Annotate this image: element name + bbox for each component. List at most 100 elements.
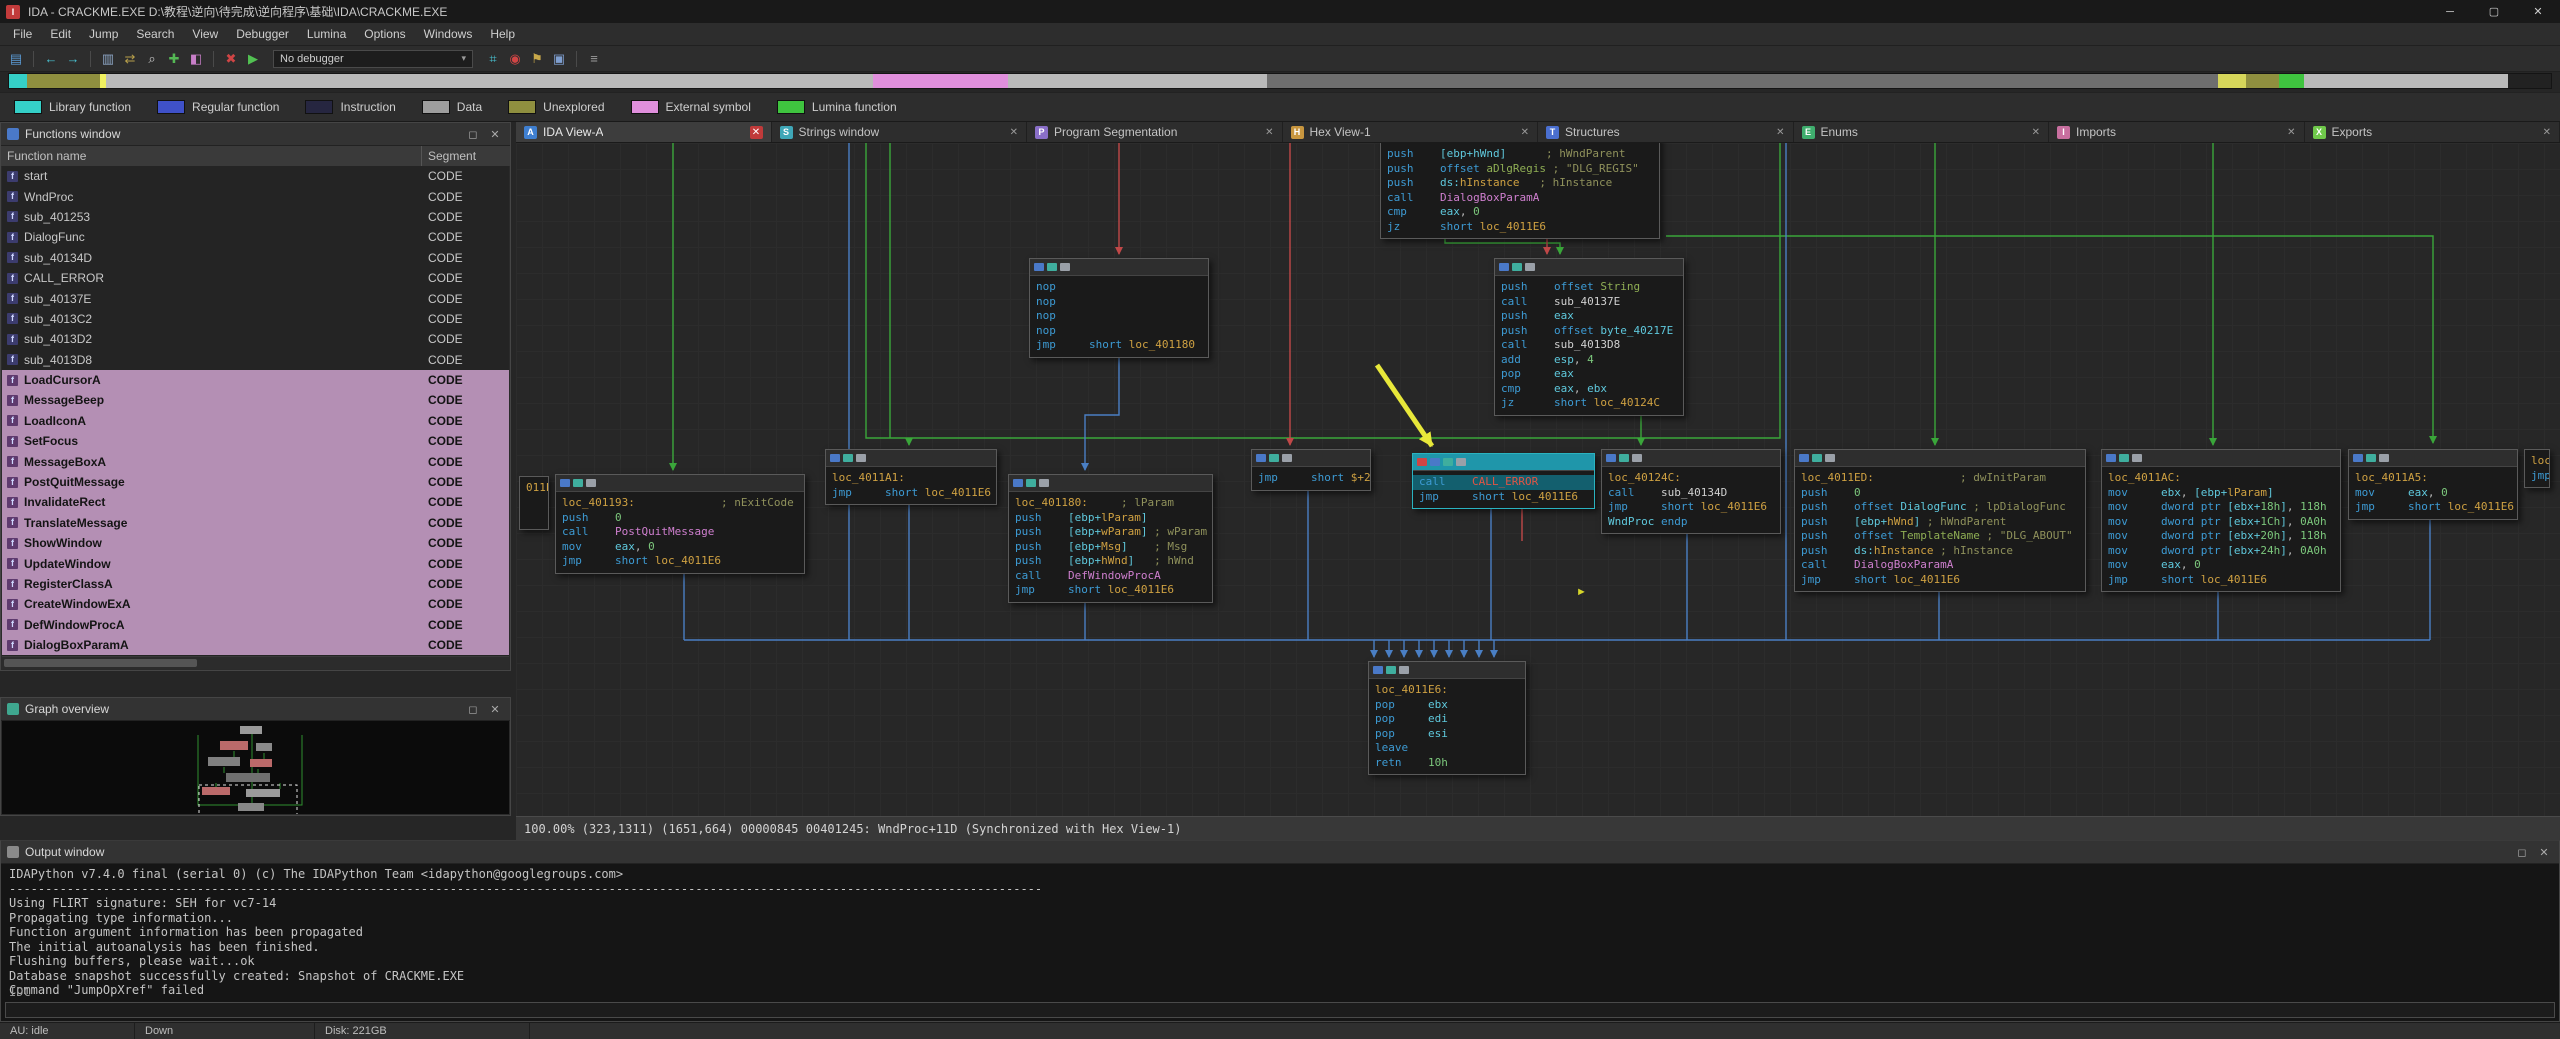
- asm-line[interactable]: push offset String: [1495, 280, 1683, 295]
- menu-options[interactable]: Options: [355, 27, 414, 41]
- graph-node-loc-40124c[interactable]: loc_40124C:call sub_40134Djmp short loc_…: [1601, 449, 1781, 534]
- asm-line[interactable]: 011E6: [520, 481, 548, 496]
- toolbar-more-icon[interactable]: ≡: [584, 49, 604, 69]
- cli-language-label[interactable]: IDC: [9, 985, 31, 999]
- graph-node-about-dialog[interactable]: loc_4011ED: ; dwInitParampush 0 push offs…: [1794, 449, 2086, 592]
- float-button[interactable]: ◻: [464, 703, 482, 716]
- asm-line[interactable]: push [ebp+wParam] ; wParam: [1009, 525, 1212, 540]
- tab-program-segmentation[interactable]: PProgram Segmentation✕: [1027, 122, 1283, 142]
- tab-close-icon[interactable]: ✕: [2543, 127, 2551, 138]
- asm-line[interactable]: push 0: [1795, 486, 2085, 501]
- asm-line[interactable]: jmp short loc_4011E6: [1009, 583, 1212, 598]
- asm-line[interactable]: push offset byte_40217E: [1495, 324, 1683, 339]
- asm-line[interactable]: pop edi: [1369, 712, 1525, 727]
- asm-line[interactable]: cmp eax, ebx: [1495, 382, 1683, 397]
- function-row-sub_40137e[interactable]: fsub_40137ECODE: [2, 288, 509, 308]
- maximize-button[interactable]: ▢: [2472, 0, 2516, 23]
- asm-line[interactable]: mov ebx, [ebp+lParam]: [2102, 486, 2340, 501]
- functions-horizontal-scrollbar[interactable]: [2, 656, 509, 669]
- asm-line[interactable]: leave: [1369, 741, 1525, 756]
- menu-file[interactable]: File: [4, 27, 41, 41]
- graph-node-entry-top[interactable]: push [ebp+hWnd] ; hWndParentpush offset …: [1380, 143, 1660, 239]
- graph-node-exit-msg[interactable]: loc_401193: ; nExitCodepush 0call PostQu…: [555, 474, 805, 574]
- function-row-messagebeep[interactable]: fMessageBeepCODE: [2, 390, 509, 410]
- debugger-select[interactable]: No debugger▾: [273, 50, 473, 68]
- function-row-registerclassa[interactable]: fRegisterClassACODE: [2, 574, 509, 594]
- menu-lumina[interactable]: Lumina: [298, 27, 355, 41]
- asm-line[interactable]: loc_40124C:: [1602, 471, 1780, 486]
- asm-line[interactable]: call PostQuitMessage: [556, 525, 804, 540]
- asm-line[interactable]: jmp short loc_4011E6: [556, 554, 804, 569]
- function-row-sub_401253[interactable]: fsub_401253CODE: [2, 207, 509, 227]
- asm-line[interactable]: jmp short loc_4011E6: [2102, 573, 2340, 588]
- asm-line[interactable]: push 0: [556, 511, 804, 526]
- asm-line[interactable]: [520, 496, 548, 511]
- cancel-analysis-icon[interactable]: ✖: [221, 49, 241, 69]
- function-row-updatewindow[interactable]: fUpdateWindowCODE: [2, 553, 509, 573]
- start-process-icon[interactable]: ▶: [243, 49, 263, 69]
- function-row-sub_4013c2[interactable]: fsub_4013C2CODE: [2, 309, 509, 329]
- menu-help[interactable]: Help: [481, 27, 524, 41]
- minimize-button[interactable]: ─: [2428, 0, 2472, 23]
- function-row-call_error[interactable]: fCALL_ERRORCODE: [2, 268, 509, 288]
- breakpoint-icon[interactable]: ◉: [505, 49, 525, 69]
- asm-line[interactable]: nop: [1030, 280, 1208, 295]
- asm-line[interactable]: call sub_4013D8: [1495, 338, 1683, 353]
- asm-line[interactable]: [520, 510, 548, 525]
- menu-jump[interactable]: Jump: [80, 27, 127, 41]
- function-row-messageboxa[interactable]: fMessageBoxACODE: [2, 451, 509, 471]
- asm-line[interactable]: push [ebp+lParam]: [1009, 511, 1212, 526]
- asm-line[interactable]: jmp short loc_4011E6: [2349, 500, 2517, 515]
- graph-node-epilogue[interactable]: loc_4011E6:pop ebxpop edipop esileaveret…: [1368, 661, 1526, 775]
- asm-line[interactable]: mov eax, 0: [556, 540, 804, 555]
- column-header-function-name[interactable]: Function name: [1, 146, 422, 166]
- float-button[interactable]: ◻: [2513, 846, 2531, 859]
- menu-search[interactable]: Search: [127, 27, 183, 41]
- tab-strings-window[interactable]: SStrings window✕: [772, 122, 1028, 142]
- asm-line[interactable]: nop: [1030, 324, 1208, 339]
- function-row-loadcursora[interactable]: fLoadCursorACODE: [2, 370, 509, 390]
- menu-edit[interactable]: Edit: [41, 27, 80, 41]
- asm-line[interactable]: push [ebp+hWnd] ; hWndParent: [1795, 515, 2085, 530]
- asm-line[interactable]: loc_: [2525, 454, 2549, 469]
- close-button[interactable]: ✕: [486, 128, 504, 141]
- function-row-dialogboxparama[interactable]: fDialogBoxParamACODE: [2, 635, 509, 655]
- graph-node-minmax-info[interactable]: loc_4011AC:mov ebx, [ebp+lParam]mov dwor…: [2101, 449, 2341, 592]
- tab-enums[interactable]: EEnums✕: [1794, 122, 2050, 142]
- asm-line[interactable]: call DefWindowProcA: [1009, 569, 1212, 584]
- asm-line[interactable]: loc_4011A5:: [2349, 471, 2517, 486]
- asm-line[interactable]: push [ebp+Msg] ; Msg: [1009, 540, 1212, 555]
- tab-structures[interactable]: TStructures✕: [1538, 122, 1794, 142]
- graph-overview-canvas[interactable]: [2, 721, 509, 814]
- function-row-sub_4013d8[interactable]: fsub_4013D8CODE: [2, 350, 509, 370]
- asm-line[interactable]: cmp eax, 0: [1381, 205, 1659, 220]
- asm-line[interactable]: pop ebx: [1369, 698, 1525, 713]
- asm-line[interactable]: mov eax, 0: [2102, 558, 2340, 573]
- asm-line[interactable]: call sub_40137E: [1495, 295, 1683, 310]
- asm-line[interactable]: loc_4011ED: ; dwInitParam: [1795, 471, 2085, 486]
- tab-close-icon[interactable]: ✕: [1010, 127, 1018, 138]
- search-icon[interactable]: ⌕: [142, 49, 162, 69]
- asm-line[interactable]: WndProc endp: [1602, 515, 1780, 530]
- tab-close-icon[interactable]: ✕: [2032, 127, 2040, 138]
- tab-close-icon[interactable]: ✕: [1776, 127, 1784, 138]
- cli-input[interactable]: [5, 1002, 2555, 1018]
- asm-line[interactable]: loc_401193: ; nExitCode: [556, 496, 804, 511]
- function-row-showwindow[interactable]: fShowWindowCODE: [2, 533, 509, 553]
- tab-close-icon[interactable]: ✕: [1265, 127, 1273, 138]
- asm-line[interactable]: push offset TemplateName ; "DLG_ABOUT": [1795, 529, 2085, 544]
- tab-ida-view-a[interactable]: AIDA View-A✕: [516, 122, 772, 142]
- tab-imports[interactable]: IImports✕: [2049, 122, 2305, 142]
- asm-line[interactable]: push ds:hInstance ; hInstance: [1381, 176, 1659, 191]
- graph-node-frag-right[interactable]: loc_jmp: [2524, 449, 2550, 488]
- close-button[interactable]: ✕: [2535, 846, 2553, 859]
- close-button[interactable]: ✕: [2516, 0, 2560, 23]
- function-row-invalidaterect[interactable]: fInvalidateRectCODE: [2, 492, 509, 512]
- asm-line[interactable]: call DialogBoxParamA: [1795, 558, 2085, 573]
- flag-icon[interactable]: ⚑: [527, 49, 547, 69]
- asm-line[interactable]: jmp: [2525, 469, 2549, 484]
- graph-node-loc-4011a1[interactable]: loc_4011A1:jmp short loc_4011E6: [825, 449, 997, 505]
- nav-back-icon[interactable]: ←: [41, 49, 61, 69]
- tab-close-icon[interactable]: ✕: [1521, 127, 1529, 138]
- function-row-createwindowexa[interactable]: fCreateWindowExACODE: [2, 594, 509, 614]
